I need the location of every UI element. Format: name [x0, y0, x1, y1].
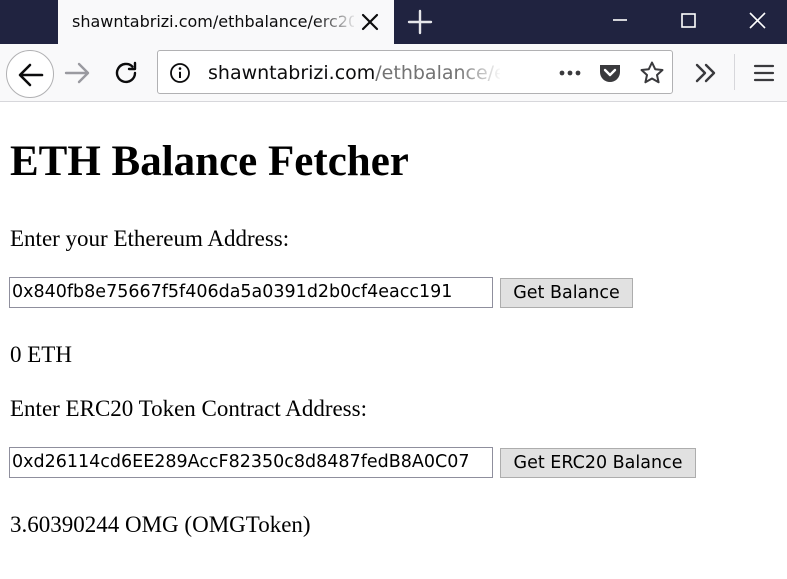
star-icon[interactable] [638, 59, 666, 87]
arrow-left-icon[interactable] [6, 50, 54, 98]
navigation-toolbar: shawntabrizi.com/ethbalance/erc20 [0, 44, 787, 102]
maximize-icon[interactable] [654, 0, 722, 44]
reload-icon[interactable] [108, 55, 144, 91]
eth-balance-result: 0 ETH [10, 342, 72, 367]
erc20-balance-result: 3.60390244 OMG (OMGToken) [10, 512, 311, 537]
erc20-address-label: Enter ERC20 Token Contract Address: [10, 396, 367, 421]
url-bar[interactable]: shawntabrizi.com/ethbalance/erc20 [157, 50, 673, 94]
erc20-address-input[interactable]: 0xd26114cd6EE289AccF82350c8d8487fedB8A0C… [9, 447, 493, 478]
window-titlebar: shawntabrizi.com/ethbalance/erc20 [0, 0, 787, 44]
plus-icon[interactable] [404, 6, 436, 38]
page-title: ETH Balance Fetcher [10, 138, 409, 185]
pocket-icon[interactable] [596, 59, 624, 87]
minimize-icon[interactable] [586, 0, 654, 44]
tab-active[interactable]: shawntabrizi.com/ethbalance/erc20 [58, 0, 394, 44]
info-icon[interactable] [168, 61, 192, 85]
tab-title-fade [314, 6, 358, 38]
page-content: ETH Balance Fetcher Enter your Ethereum … [0, 103, 787, 579]
get-erc20-balance-button[interactable]: Get ERC20 Balance [500, 448, 696, 478]
chevrons-right-icon[interactable] [688, 55, 724, 91]
close-icon[interactable] [358, 10, 382, 34]
url-text[interactable]: shawntabrizi.com/ethbalance/erc20 [208, 59, 500, 87]
url-fade [458, 55, 502, 89]
toolbar-separator [734, 54, 735, 90]
hamburger-icon[interactable] [746, 55, 782, 91]
tab-strip-start [0, 0, 58, 44]
eth-address-label: Enter your Ethereum Address: [10, 226, 290, 251]
url-host: shawntabrizi.com [208, 62, 376, 84]
more-icon[interactable] [556, 59, 584, 87]
eth-address-input[interactable]: 0x840fb8e75667f5f406da5a0391d2b0cf4eacc1… [9, 277, 493, 308]
get-balance-button[interactable]: Get Balance [500, 278, 633, 308]
close-icon[interactable] [722, 0, 787, 44]
arrow-right-icon[interactable] [60, 55, 96, 91]
tab-title: shawntabrizi.com/ethbalance/erc20 [72, 12, 354, 31]
